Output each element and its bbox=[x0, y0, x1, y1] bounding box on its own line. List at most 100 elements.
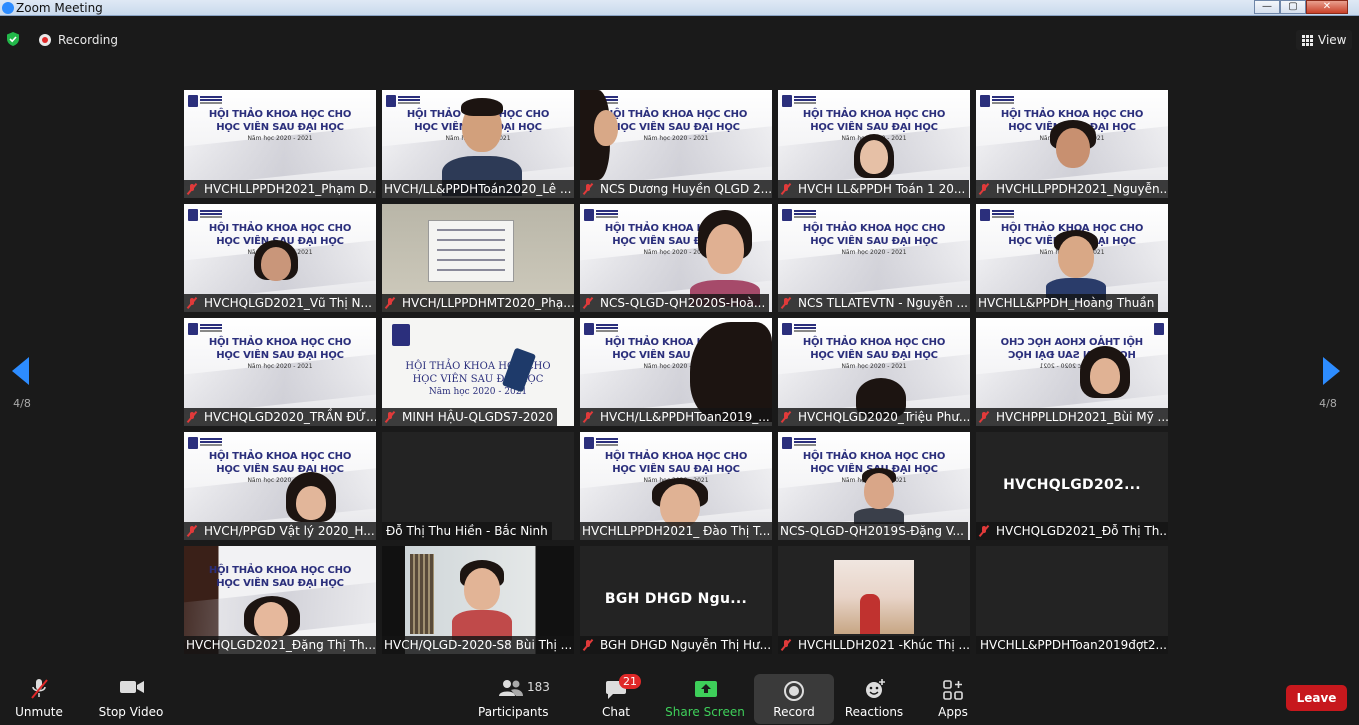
slide-title-line2: HỌC VIÊN SAU ĐẠI HỌC bbox=[412, 374, 544, 385]
video-grid: HỘI THẢO KHOA HỌC CHO HỌC VIÊN SAU ĐẠI H… bbox=[184, 90, 1168, 654]
mic-muted-icon bbox=[780, 639, 792, 651]
participant-display-name: BGH DHGD Ngu... bbox=[604, 591, 748, 607]
video-tile[interactable]: HỘI THẢO KHOA HỌC CHO HỌC VIÊN SAU ĐẠI H… bbox=[976, 204, 1168, 312]
participant-name-tag: HVCHLLPPDH2021_ Đào Thị T... bbox=[580, 522, 772, 540]
participant-name-tag: HVCHLLDH2021 -Khúc Thị ... bbox=[778, 636, 970, 654]
apps-label: Apps bbox=[938, 705, 968, 719]
slide-year: Năm học 2020 - 2021 bbox=[247, 135, 313, 142]
unmute-label: Unmute bbox=[15, 705, 63, 719]
microphone-muted-icon bbox=[31, 679, 48, 699]
next-page-arrow-icon[interactable] bbox=[1323, 357, 1340, 385]
video-tile[interactable]: HVCH/QLGD-2020-S8 Bùi Thị ... bbox=[382, 546, 574, 654]
participant-video bbox=[452, 560, 512, 640]
stop-video-label: Stop Video bbox=[98, 705, 164, 719]
video-tile[interactable]: HỘI THẢO KHOA HỌC CHO HỌC VIÊN SAU ĐẠI H… bbox=[184, 432, 376, 540]
video-tile[interactable]: HỘI THẢO KHOA HỌC CHO HỌC VIÊN SAU ĐẠI H… bbox=[580, 318, 772, 426]
leave-button[interactable]: Leave bbox=[1286, 685, 1347, 711]
zoom-app-icon bbox=[2, 2, 14, 14]
video-tile[interactable]: HVCHQLGD202... HVCHQLGD2021_Đỗ Thị Th... bbox=[976, 432, 1168, 540]
video-tile[interactable]: HỘI THẢO KHOA HỌC CHO HỌC VIÊN SAU ĐẠI H… bbox=[778, 90, 970, 198]
video-tile[interactable]: HỘI THẢO KHOA HỌC CHO HỌC VIÊN SAU ĐẠI H… bbox=[778, 432, 970, 540]
participants-icon bbox=[499, 680, 523, 696]
video-tile[interactable]: HVCH/LLPPDHMT2020_Phạ... bbox=[382, 204, 574, 312]
record-button[interactable]: Record bbox=[754, 674, 834, 724]
participant-name-tag: HVCH/LL&PPDHToán2020_Lê ... bbox=[382, 180, 574, 198]
participant-name-tag: HVCH LL&PPDH Toán 1 20... bbox=[778, 180, 970, 198]
participant-name-tag: HVCH/LL&PPDHToan2019_... bbox=[580, 408, 772, 426]
participant-name-tag: HVCH/PPGD Vật lý 2020_H... bbox=[184, 522, 376, 540]
video-tile[interactable]: HVCHLL&PPDHToan2019đợt2... bbox=[976, 546, 1168, 654]
video-tile[interactable]: BGH DHGD Ngu... BGH DHGD Nguyễn Thị Hư..… bbox=[580, 546, 772, 654]
previous-page-arrow-icon[interactable] bbox=[12, 357, 29, 385]
participant-video bbox=[852, 134, 896, 184]
video-tile[interactable]: HỘI THẢO KHOA HỌC CHO HỌC VIÊN SAU ĐẠI H… bbox=[778, 204, 970, 312]
video-tile[interactable]: HỘI THẢO KHOA HỌC CHO HỌC VIÊN SAU ĐẠI H… bbox=[184, 90, 376, 198]
university-logo bbox=[584, 437, 594, 449]
close-button[interactable]: ✕ bbox=[1306, 0, 1348, 14]
video-tile[interactable]: HỘI THẢO KHOA HỌC CHO HỌC VIÊN SAU ĐẠI H… bbox=[976, 90, 1168, 198]
participant-name-tag: HVCHQLGD2021_Đỗ Thị Th... bbox=[976, 522, 1168, 540]
participants-button[interactable]: 183 Participants bbox=[478, 666, 550, 725]
apps-button[interactable]: Apps bbox=[930, 666, 976, 725]
participant-display-name: HVCHQLGD202... bbox=[1003, 477, 1141, 493]
video-tile[interactable]: HỘI THẢO KHOA HỌC CHO HỌC VIÊN SAU ĐẠI H… bbox=[580, 204, 772, 312]
participant-video bbox=[1046, 230, 1106, 300]
slide-title-line1: HỘI THẢO KHOA HỌC CHO bbox=[802, 451, 946, 462]
participants-label: Participants bbox=[478, 705, 549, 719]
slide-title-line2: HỌC VIÊN SAU ĐẠI HỌC bbox=[216, 350, 344, 361]
share-screen-button[interactable]: Share Screen bbox=[664, 666, 746, 725]
video-tile[interactable]: HỘI THẢO KHOA HỌC CHO HỌC VIÊN SAU ĐẠI H… bbox=[976, 318, 1168, 426]
video-tile[interactable]: HỘI THẢO KHOA HỌC CHO HỌC VIÊN SAU ĐẠI H… bbox=[382, 318, 574, 426]
grid-view-icon bbox=[1302, 35, 1313, 46]
video-tile[interactable]: HVCHLLDH2021 -Khúc Thị ... bbox=[778, 546, 970, 654]
video-tile[interactable]: HỘI THẢO KHOA HỌC CHO HỌC VIÊN SAU ĐẠI H… bbox=[580, 90, 772, 198]
slide-year: Năm học 2020 - 2021 bbox=[841, 363, 907, 370]
video-camera-icon bbox=[120, 681, 144, 693]
slide-title-line1: HỘI THẢO KHOA HỌC CHO bbox=[802, 109, 946, 120]
slide-year: Năm học 2020 - 2021 bbox=[247, 363, 313, 370]
view-button[interactable]: View bbox=[1296, 30, 1352, 50]
slide-title-line2: HỌC VIÊN SAU ĐẠI HỌC bbox=[1008, 350, 1136, 361]
share-screen-label: Share Screen bbox=[665, 705, 745, 719]
mic-muted-icon bbox=[978, 525, 990, 537]
video-tile[interactable]: HỘI THẢO KHOA HỌC CHO HỌC VIÊN SAU ĐẠI H… bbox=[184, 204, 376, 312]
mic-muted-icon bbox=[582, 297, 594, 309]
shield-icon[interactable] bbox=[6, 32, 20, 46]
stop-video-button[interactable]: Stop Video bbox=[98, 666, 164, 725]
participant-name-tag: BGH DHGD Nguyễn Thị Hư... bbox=[580, 636, 772, 654]
slide-title-line2: HỌC VIÊN SAU ĐẠI HỌC bbox=[216, 464, 344, 475]
mic-muted-icon bbox=[186, 183, 198, 195]
video-tile[interactable]: HỘI THẢO KHOA HỌC CHO HỌC VIÊN SAU ĐẠI H… bbox=[778, 318, 970, 426]
recording-icon bbox=[39, 34, 51, 46]
mic-muted-icon bbox=[780, 183, 792, 195]
university-logo bbox=[980, 209, 990, 221]
participant-name-tag: HVCHPPLLDH2021_Bùi Mỹ ... bbox=[976, 408, 1168, 426]
slide-title-line1: HỘI THẢO KHOA HỌC CHO bbox=[208, 451, 352, 462]
university-logo bbox=[584, 209, 594, 221]
slide-year: Năm học 2020 - 2021 bbox=[1039, 363, 1105, 370]
participant-name-tag: HVCHLLPPDH2021_Phạm D... bbox=[184, 180, 376, 198]
reactions-button[interactable]: Reactions bbox=[844, 666, 904, 725]
participant-name-tag: HVCH/LLPPDHMT2020_Phạ... bbox=[382, 294, 574, 312]
mic-muted-icon bbox=[978, 183, 990, 195]
participant-name-tag: NCS-QLGD-QH2019S-Đặng V... bbox=[778, 522, 968, 540]
university-logo bbox=[1154, 323, 1164, 335]
video-tile[interactable]: HỘI THẢO KHOA HỌC CHO HỌC VIÊN SAU ĐẠI H… bbox=[184, 318, 376, 426]
participant-name-tag: HVCHQLGD2021_Vũ Thị N... bbox=[184, 294, 376, 312]
slide-title-line2: HỌC VIÊN SAU ĐẠI HỌC bbox=[810, 350, 938, 361]
profile-picture bbox=[834, 560, 914, 634]
minimize-button[interactable]: — bbox=[1254, 0, 1280, 14]
whiteboard bbox=[428, 220, 514, 282]
video-tile[interactable]: Đỗ Thị Thu Hiền - Bắc Ninh bbox=[382, 432, 574, 540]
university-logo bbox=[188, 323, 198, 335]
slide-title-line2: HỌC VIÊN SAU ĐẠI HỌC bbox=[612, 464, 740, 475]
participant-name-tag: HVCHQLGD2021_Đặng Thị Th... bbox=[184, 636, 376, 654]
video-tile[interactable]: HỘI THẢO KHOA HỌC CHO HỌC VIÊN SAU ĐẠI H… bbox=[184, 546, 376, 654]
mic-muted-icon bbox=[384, 297, 396, 309]
slide-title-line1: HỘI THẢO KHOA HỌC CHO bbox=[802, 223, 946, 234]
slide-title-line1: HỘI THẢO KHOA HỌC CHO bbox=[604, 451, 748, 462]
maximize-button[interactable]: ▢ bbox=[1280, 0, 1306, 14]
video-tile[interactable]: HỘI THẢO KHOA HỌC CHO HỌC VIÊN SAU ĐẠI H… bbox=[382, 90, 574, 198]
video-tile[interactable]: HỘI THẢO KHOA HỌC CHO HỌC VIÊN SAU ĐẠI H… bbox=[580, 432, 772, 540]
unmute-button[interactable]: Unmute bbox=[10, 666, 68, 725]
